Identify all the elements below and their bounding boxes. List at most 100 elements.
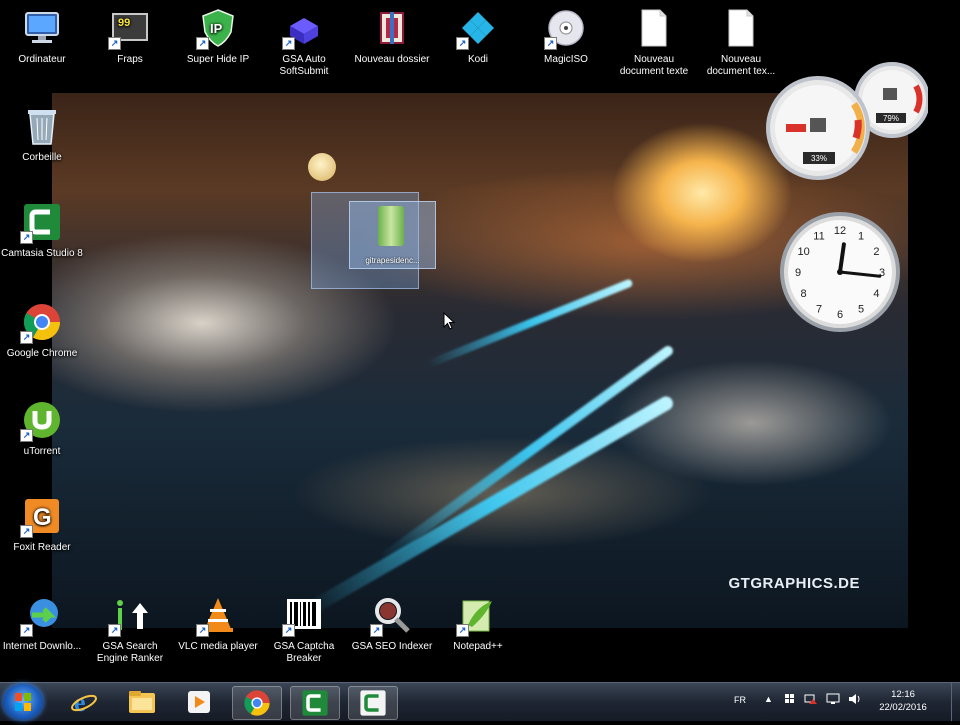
desktop-icon-ordinateur[interactable]: Ordinateur (0, 6, 84, 66)
fraps-icon: 99 ↗ (108, 6, 152, 50)
shortcut-arrow-icon: ↗ (108, 624, 121, 637)
wallpaper-light-beam (304, 393, 676, 617)
desktop-icon-camtasia-studio[interactable]: ↗ Camtasia Studio 8 (0, 200, 84, 260)
taskbar-chrome[interactable] (232, 686, 282, 720)
computer-icon (20, 6, 64, 50)
shortcut-arrow-icon: ↗ (456, 624, 469, 637)
language-indicator[interactable]: FR (734, 695, 746, 705)
clock-numeral: 12 (834, 225, 846, 237)
foxit-reader-icon: G ↗ (20, 494, 64, 538)
screen-icon[interactable] (826, 693, 840, 707)
shortcut-arrow-icon: ↗ (20, 525, 33, 538)
vlc-icon: ↗ (196, 593, 240, 637)
desktop[interactable]: GTGRAPHICS.DE Ordinateur 99 ↗ Fraps IP ↗… (0, 0, 960, 682)
desktop-icon-notepad-plus-plus[interactable]: ↗ Notepad++ (436, 593, 520, 653)
desktop-icon-nouveau-document-texte[interactable]: Nouveau document texte (612, 6, 696, 78)
text-document-icon (632, 6, 676, 50)
taskbar-file-explorer[interactable] (118, 686, 166, 718)
gsa-seo-indexer-icon: ↗ (370, 593, 414, 637)
taskbar-internet-explorer[interactable]: e (60, 686, 108, 718)
wallpaper-light-beam (426, 278, 634, 369)
chrome-icon (244, 690, 270, 716)
clock-gadget[interactable]: 1 2 3 4 5 6 7 8 9 10 11 12 (778, 210, 902, 334)
camtasia-icon (302, 690, 328, 716)
shortcut-arrow-icon: ↗ (370, 624, 383, 637)
utorrent-icon: ↗ (20, 398, 64, 442)
network-warning-icon[interactable] (804, 693, 818, 707)
desktop-icon-corbeille[interactable]: Corbeille (0, 104, 84, 164)
taskbar-time: 12:16 (891, 689, 915, 700)
clock-numeral: 5 (858, 303, 864, 315)
internet-explorer-icon: e (71, 688, 97, 716)
clock-numeral: 9 (795, 267, 801, 279)
gsa-search-engine-ranker-icon: ↗ (108, 593, 152, 637)
desktop-icon-kodi[interactable]: ↗ Kodi (436, 6, 520, 66)
shortcut-arrow-icon: ↗ (196, 624, 209, 637)
desktop-icon-internet-download-manager[interactable]: ↗ Internet Downlo... (0, 593, 84, 653)
shortcut-arrow-icon: ↗ (20, 331, 33, 344)
clock-numeral: 11 (813, 231, 824, 243)
internet-download-manager-icon: ↗ (20, 593, 64, 637)
mouse-cursor-icon (443, 311, 456, 335)
svg-text:IP: IP (210, 21, 223, 36)
clock-numeral: 10 (797, 246, 809, 258)
shortcut-arrow-icon: ↗ (544, 37, 557, 50)
gsa-auto-softsubmit-icon: ↗ (282, 6, 326, 50)
desktop-icon-fraps[interactable]: 99 ↗ Fraps (88, 6, 172, 66)
wallpaper-light-beam (377, 343, 675, 564)
shortcut-arrow-icon: ↗ (196, 37, 209, 50)
shortcut-arrow-icon: ↗ (282, 624, 295, 637)
clock-numeral: 2 (873, 246, 879, 258)
desktop-icon-super-hide-ip[interactable]: IP ↗ Super Hide IP (176, 6, 260, 66)
taskbar-camtasia-studio[interactable] (290, 686, 340, 720)
super-hide-ip-icon: IP ↗ (196, 6, 240, 50)
camtasia-icon: ↗ (20, 200, 64, 244)
file-explorer-icon (129, 691, 155, 713)
show-hidden-icons-button[interactable]: ▲ (764, 694, 773, 704)
shortcut-arrow-icon: ↗ (282, 37, 295, 50)
taskbar-clock[interactable]: 12:16 22/02/2016 (868, 688, 938, 714)
system-tray: FR ▲ 12:16 22/02/2016 (728, 683, 960, 721)
clock-numeral: 8 (801, 288, 807, 300)
start-button[interactable] (3, 684, 43, 720)
dragged-file-icon[interactable]: gitrapesidenc... (349, 201, 436, 269)
svg-text:99: 99 (118, 17, 130, 29)
taskbar: e FR ▲ 12:16 22/02/2016 (0, 682, 960, 721)
desktop-icon-gsa-search-engine-ranker[interactable]: ↗ GSA Search Engine Ranker (88, 593, 172, 665)
action-center-flag-icon[interactable] (784, 693, 796, 707)
shortcut-arrow-icon: ↗ (456, 37, 469, 50)
desktop-icon-vlc-media-player[interactable]: ↗ VLC media player (176, 593, 260, 653)
ram-percent-text: 79% (883, 114, 899, 123)
kodi-icon: ↗ (456, 6, 500, 50)
archive-file-icon (378, 206, 404, 246)
media-player-icon (188, 691, 210, 713)
svg-text:G: G (33, 504, 52, 531)
desktop-icon-gsa-auto-softsubmit[interactable]: ↗ GSA Auto SoftSubmit (262, 6, 346, 78)
desktop-icon-gsa-captcha-breaker[interactable]: ↗ GSA Captcha Breaker (262, 593, 346, 665)
show-desktop-button[interactable] (951, 683, 960, 721)
shortcut-arrow-icon: ↗ (20, 231, 33, 244)
desktop-icon-nouveau-dossier[interactable]: Nouveau dossier (350, 6, 434, 66)
magiciso-icon: ↗ (544, 6, 588, 50)
clock-numeral: 6 (837, 309, 843, 321)
notepad-plus-plus-icon: ↗ (456, 593, 500, 637)
desktop-icon-gsa-seo-indexer[interactable]: ↗ GSA SEO Indexer (350, 593, 434, 653)
cpu-meter-gadget[interactable]: 79% 33% (766, 60, 930, 184)
taskbar-date: 22/02/2016 (879, 702, 927, 713)
winrar-folder-icon (370, 6, 414, 50)
clock-numeral: 4 (873, 288, 879, 300)
desktop-icon-foxit-reader[interactable]: G ↗ Foxit Reader (0, 494, 84, 554)
gsa-captcha-breaker-icon: ↗ (282, 593, 326, 637)
clock-numeral: 7 (816, 303, 822, 315)
taskbar-media-player[interactable] (175, 686, 223, 718)
taskbar-camtasia-recorder[interactable] (348, 686, 398, 720)
clock-numeral: 1 (858, 231, 864, 243)
wallpaper-watermark: GTGRAPHICS.DE (728, 575, 860, 592)
chrome-icon: ↗ (20, 300, 64, 344)
cpu-percent-text: 33% (811, 154, 827, 163)
desktop-icon-utorrent[interactable]: ↗ uTorrent (0, 398, 84, 458)
recycle-bin-icon (20, 104, 64, 148)
desktop-icon-magiciso[interactable]: ↗ MagicISO (524, 6, 608, 66)
desktop-icon-google-chrome[interactable]: ↗ Google Chrome (0, 300, 84, 360)
volume-icon[interactable] (848, 693, 862, 707)
